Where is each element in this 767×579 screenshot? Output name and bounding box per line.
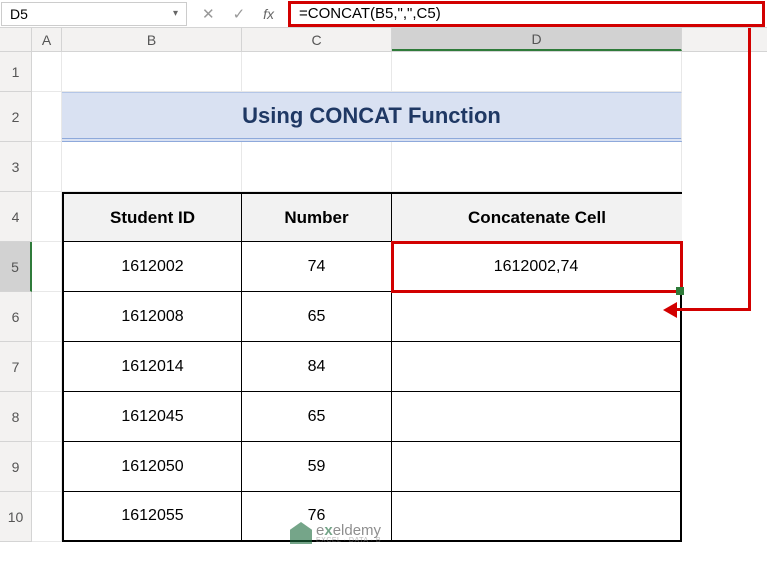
cell-A1[interactable] — [32, 52, 62, 92]
cell-B8[interactable]: 1612045 — [62, 392, 242, 442]
cell-B9[interactable]: 1612050 — [62, 442, 242, 492]
cell-C5[interactable]: 74 — [242, 242, 392, 292]
cell-C7[interactable]: 84 — [242, 342, 392, 392]
cell-A9[interactable] — [32, 442, 62, 492]
row-7: 1612014 84 — [32, 342, 767, 392]
row-8: 1612045 65 — [32, 392, 767, 442]
watermark-sub: EXCEL · DATA · B — [316, 537, 381, 544]
row-1 — [32, 52, 767, 92]
col-header-B[interactable]: B — [62, 28, 242, 51]
header-number[interactable]: Number — [242, 192, 392, 242]
cells-area: Using CONCAT Function Student ID Number … — [32, 52, 767, 542]
row-header-5[interactable]: 5 — [0, 242, 32, 292]
row-2: Using CONCAT Function — [32, 92, 767, 142]
fill-handle[interactable] — [676, 287, 684, 295]
confirm-icon[interactable]: ✓ — [233, 5, 246, 23]
title-cell[interactable]: Using CONCAT Function — [62, 92, 682, 142]
row-5: 1612002 74 1612002,74 — [32, 242, 767, 292]
cell-A3[interactable] — [32, 142, 62, 192]
spreadsheet-grid: A B C D 1 2 3 4 5 6 7 8 9 10 — [0, 28, 767, 542]
column-headers: A B C D — [0, 28, 767, 52]
row-header-10[interactable]: 10 — [0, 492, 32, 542]
row-header-7[interactable]: 7 — [0, 342, 32, 392]
cell-D7[interactable] — [392, 342, 682, 392]
cell-D8[interactable] — [392, 392, 682, 442]
formula-bar[interactable]: =CONCAT(B5,",",C5) — [288, 1, 765, 27]
cell-D6[interactable] — [392, 292, 682, 342]
cell-B5[interactable]: 1612002 — [62, 242, 242, 292]
cell-B7[interactable]: 1612014 — [62, 342, 242, 392]
row-header-6[interactable]: 6 — [0, 292, 32, 342]
cell-A4[interactable] — [32, 192, 62, 242]
cell-D3[interactable] — [392, 142, 682, 192]
formula-bar-row: D5 ▾ ✕ ✓ fx =CONCAT(B5,",",C5) — [0, 0, 767, 28]
row-header-4[interactable]: 4 — [0, 192, 32, 242]
row-header-9[interactable]: 9 — [0, 442, 32, 492]
cell-A7[interactable] — [32, 342, 62, 392]
cell-B6[interactable]: 1612008 — [62, 292, 242, 342]
row-10: 1612055 76 — [32, 492, 767, 542]
formula-text: =CONCAT(B5,",",C5) — [299, 5, 441, 22]
row-header-8[interactable]: 8 — [0, 392, 32, 442]
watermark-logo-icon — [290, 522, 312, 544]
row-header-3[interactable]: 3 — [0, 142, 32, 192]
cell-D1[interactable] — [392, 52, 682, 92]
cell-D5-value: 1612002,74 — [494, 258, 579, 276]
watermark: exeldemy EXCEL · DATA · B — [290, 522, 381, 544]
row-header-1[interactable]: 1 — [0, 52, 32, 92]
cell-B3[interactable] — [62, 142, 242, 192]
select-all-corner[interactable] — [0, 28, 32, 51]
row-4: Student ID Number Concatenate Cell — [32, 192, 767, 242]
row-header-2[interactable]: 2 — [0, 92, 32, 142]
cell-A10[interactable] — [32, 492, 62, 542]
cell-D5[interactable]: 1612002,74 — [392, 242, 682, 292]
name-box-dropdown-icon[interactable]: ▾ — [173, 8, 178, 19]
cell-C6[interactable]: 65 — [242, 292, 392, 342]
cell-A2[interactable] — [32, 92, 62, 142]
fx-controls: ✕ ✓ fx — [188, 5, 288, 23]
cancel-icon[interactable]: ✕ — [202, 5, 215, 23]
col-header-D[interactable]: D — [392, 28, 682, 51]
cell-C1[interactable] — [242, 52, 392, 92]
cell-C9[interactable]: 59 — [242, 442, 392, 492]
cell-C8[interactable]: 65 — [242, 392, 392, 442]
annotation-arrow-horizontal — [675, 308, 751, 311]
row-headers: 1 2 3 4 5 6 7 8 9 10 — [0, 52, 32, 542]
cell-D10[interactable] — [392, 492, 682, 542]
row-9: 1612050 59 — [32, 442, 767, 492]
cell-A6[interactable] — [32, 292, 62, 342]
col-header-C[interactable]: C — [242, 28, 392, 51]
annotation-arrow-head-icon — [663, 302, 677, 318]
cell-B1[interactable] — [62, 52, 242, 92]
cell-B10[interactable]: 1612055 — [62, 492, 242, 542]
row-3 — [32, 142, 767, 192]
cell-A5[interactable] — [32, 242, 62, 292]
name-box-value: D5 — [10, 6, 28, 22]
row-6: 1612008 65 — [32, 292, 767, 342]
cell-C3[interactable] — [242, 142, 392, 192]
fx-icon[interactable]: fx — [263, 6, 274, 22]
header-student-id[interactable]: Student ID — [62, 192, 242, 242]
header-concat[interactable]: Concatenate Cell — [392, 192, 682, 242]
col-header-A[interactable]: A — [32, 28, 62, 51]
annotation-arrow-vertical — [748, 28, 751, 310]
name-box[interactable]: D5 ▾ — [1, 2, 187, 26]
cell-D9[interactable] — [392, 442, 682, 492]
cell-A8[interactable] — [32, 392, 62, 442]
